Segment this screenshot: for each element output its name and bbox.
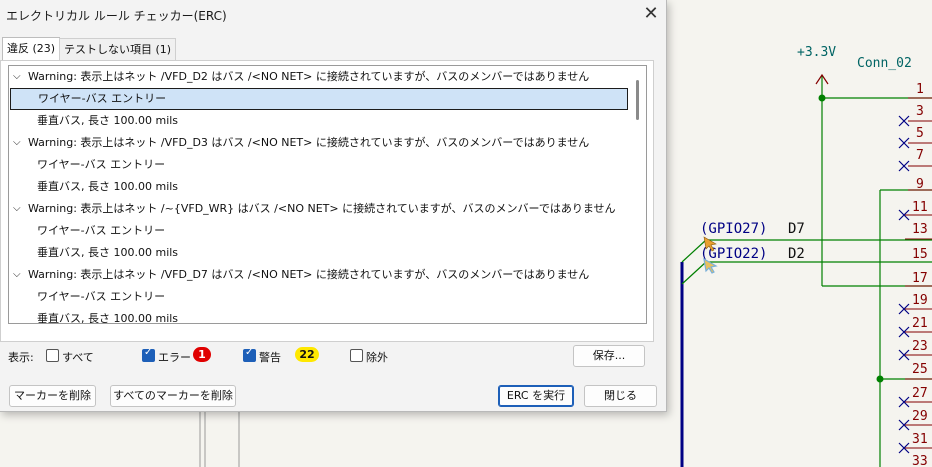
violation-detail: ワイヤー-バス エントリー [38,92,167,105]
chevron-down-icon[interactable]: ⌵ [13,264,25,286]
erc-dialog: エレクトリカル ルール チェッカー(ERC) ✕ 違反 (23) テストしない項… [0,0,667,412]
delete-marker-button[interactable]: マーカーを削除 [9,385,96,407]
list-item[interactable]: ワイヤー-バス エントリー [9,286,629,308]
checkbox-exclusions[interactable] [350,349,363,362]
connector-pins: 1 3 5 7 9 11 13 15 17 19 21 23 25 27 29 … [912,82,928,467]
violation-detail: 垂直バス, 長さ 100.00 mils [37,312,179,324]
delete-all-markers-button[interactable]: すべてのマーカーを削除 [110,385,236,407]
pin-number: 27 [912,386,928,401]
pin-number: 3 [916,104,924,119]
violation-detail: 垂直バス, 長さ 100.00 mils [37,246,179,259]
chevron-down-icon[interactable]: ⌵ [13,66,25,88]
close-button[interactable]: 閉じる [584,385,657,407]
chevron-down-icon[interactable]: ⌵ [13,198,25,220]
list-item[interactable]: ⌵ Warning: 表示上はネット /VFD_D3 はバス /<NO NET>… [9,132,629,154]
list-item[interactable]: ワイヤー-バス エントリー [9,220,629,242]
violation-detail: ワイヤー-バス エントリー [37,290,166,303]
list-item[interactable]: 垂直バス, 長さ 100.00 mils [9,176,629,198]
violation-detail: 垂直バス, 長さ 100.00 mils [37,180,179,193]
violation-text: Warning: 表示上はネット /VFD_D7 はバス /<NO NET> に… [28,268,590,281]
chevron-down-icon[interactable]: ⌵ [13,132,25,154]
checkbox-warnings[interactable] [243,347,256,362]
pin-number: 7 [916,148,924,163]
pin-number: 1 [916,82,924,97]
list-item[interactable]: ⌵ Warning: 表示上はネット /VFD_D7 はバス /<NO NET>… [9,264,629,286]
filter-label: 表示: [8,351,34,364]
list-item[interactable]: ⌵ Warning: 表示上はネット /VFD_D2 はバス /<NO NET>… [9,66,629,88]
connector-ref: Conn_02 [857,56,912,71]
list-item[interactable]: ワイヤー-バス エントリー [10,88,628,110]
run-erc-button[interactable]: ERC を実行 [498,385,574,407]
warning-count-badge: 22 [295,347,319,362]
pin-number: 15 [912,247,928,262]
pin-number: 33 [912,454,928,467]
violation-text: Warning: 表示上はネット /VFD_D2 はバス /<NO NET> に… [28,70,590,83]
violation-detail: ワイヤー-バス エントリー [37,224,166,237]
pin-number: 29 [912,409,928,424]
pin-number: 5 [916,126,924,141]
violations-list[interactable]: ⌵ Warning: 表示上はネット /VFD_D2 はバス /<NO NET>… [8,65,647,324]
list-item[interactable]: ⌵ Warning: 表示上はネット /~{VFD_WR} はバス /<NO N… [9,198,629,220]
list-item[interactable]: 垂直バス, 長さ 100.00 mils [9,308,629,324]
list-item[interactable]: 垂直バス, 長さ 100.00 mils [9,242,629,264]
violation-text: Warning: 表示上はネット /VFD_D3 はバス /<NO NET> に… [28,136,590,149]
close-icon[interactable]: ✕ [640,3,662,25]
pin-number: 19 [912,293,928,308]
power-label: +3.3V [797,45,836,60]
dialog-titlebar[interactable]: エレクトリカル ルール チェッカー(ERC) ✕ [0,0,666,28]
pin-number: 23 [912,339,928,354]
list-item[interactable]: ワイヤー-バス エントリー [9,154,629,176]
save-button[interactable]: 保存... [573,345,645,367]
filter-all-label[interactable]: すべて [62,349,94,365]
tab-ignored-tests[interactable]: テストしない項目 (1) [59,38,177,60]
list-scrollbar[interactable] [636,80,639,120]
filter-warnings-label[interactable]: 警告 [259,349,281,365]
pin-number: 31 [912,432,928,447]
filter-exclusions-label[interactable]: 除外 [366,349,388,365]
pin-number: 11 [912,200,928,215]
net-signal-d7: D7 [788,221,805,237]
pin-number: 13 [912,222,928,237]
checkbox-all[interactable] [46,349,59,362]
pin-number: 25 [912,362,928,377]
pin-number: 21 [912,316,928,331]
violation-detail: 垂直バス, 長さ 100.00 mils [37,114,179,127]
tab-violations[interactable]: 違反 (23) [2,37,61,61]
net-label-gpio27: (GPIO27) [700,221,767,237]
filter-errors-label[interactable]: エラー [158,349,191,365]
list-item[interactable]: 垂直バス, 長さ 100.00 mils [9,110,629,132]
net-signal-d2: D2 [788,246,805,262]
violation-detail: ワイヤー-バス エントリー [37,158,166,171]
severity-filters: 表示: すべて エラー 1 警告 22 除外 保存... [0,345,666,367]
checkbox-errors[interactable] [142,347,155,362]
pin-number: 17 [912,271,928,286]
violation-text: Warning: 表示上はネット /~{VFD_WR} はバス /<NO NET… [28,202,616,215]
error-count-badge: 1 [193,347,211,362]
dialog-title: エレクトリカル ルール チェッカー(ERC) [6,9,227,23]
